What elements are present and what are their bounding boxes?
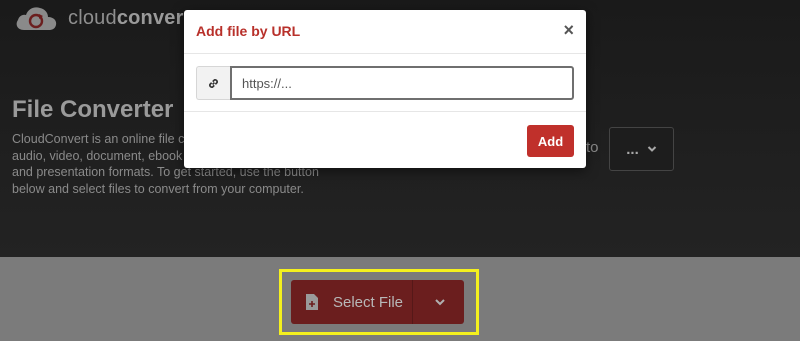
- highlight-box: [279, 269, 479, 335]
- description-line: below and select files to convert from y…: [12, 181, 304, 196]
- logo[interactable]: cloudconver: [14, 4, 184, 32]
- link-icon: [196, 66, 230, 100]
- page-title: File Converter: [12, 96, 174, 123]
- add-url-modal: Add file by URL × Add: [184, 10, 586, 168]
- modal-footer: Add: [184, 111, 586, 168]
- cloud-refresh-icon: [16, 7, 57, 30]
- chevron-down-icon: [647, 146, 656, 152]
- close-icon[interactable]: ×: [563, 21, 574, 39]
- format-value: ...: [626, 140, 639, 158]
- brand-bold-text: conver: [116, 6, 184, 29]
- brand-name: cloudconver: [68, 7, 184, 30]
- modal-header: Add file by URL ×: [184, 10, 586, 54]
- to-label: to: [586, 139, 599, 156]
- add-button[interactable]: Add: [527, 125, 574, 157]
- brand-light-text: cloud: [68, 6, 117, 29]
- url-input[interactable]: [230, 66, 574, 100]
- url-input-group: [196, 66, 574, 100]
- output-format-select[interactable]: ...: [609, 127, 674, 171]
- modal-title: Add file by URL: [196, 23, 301, 39]
